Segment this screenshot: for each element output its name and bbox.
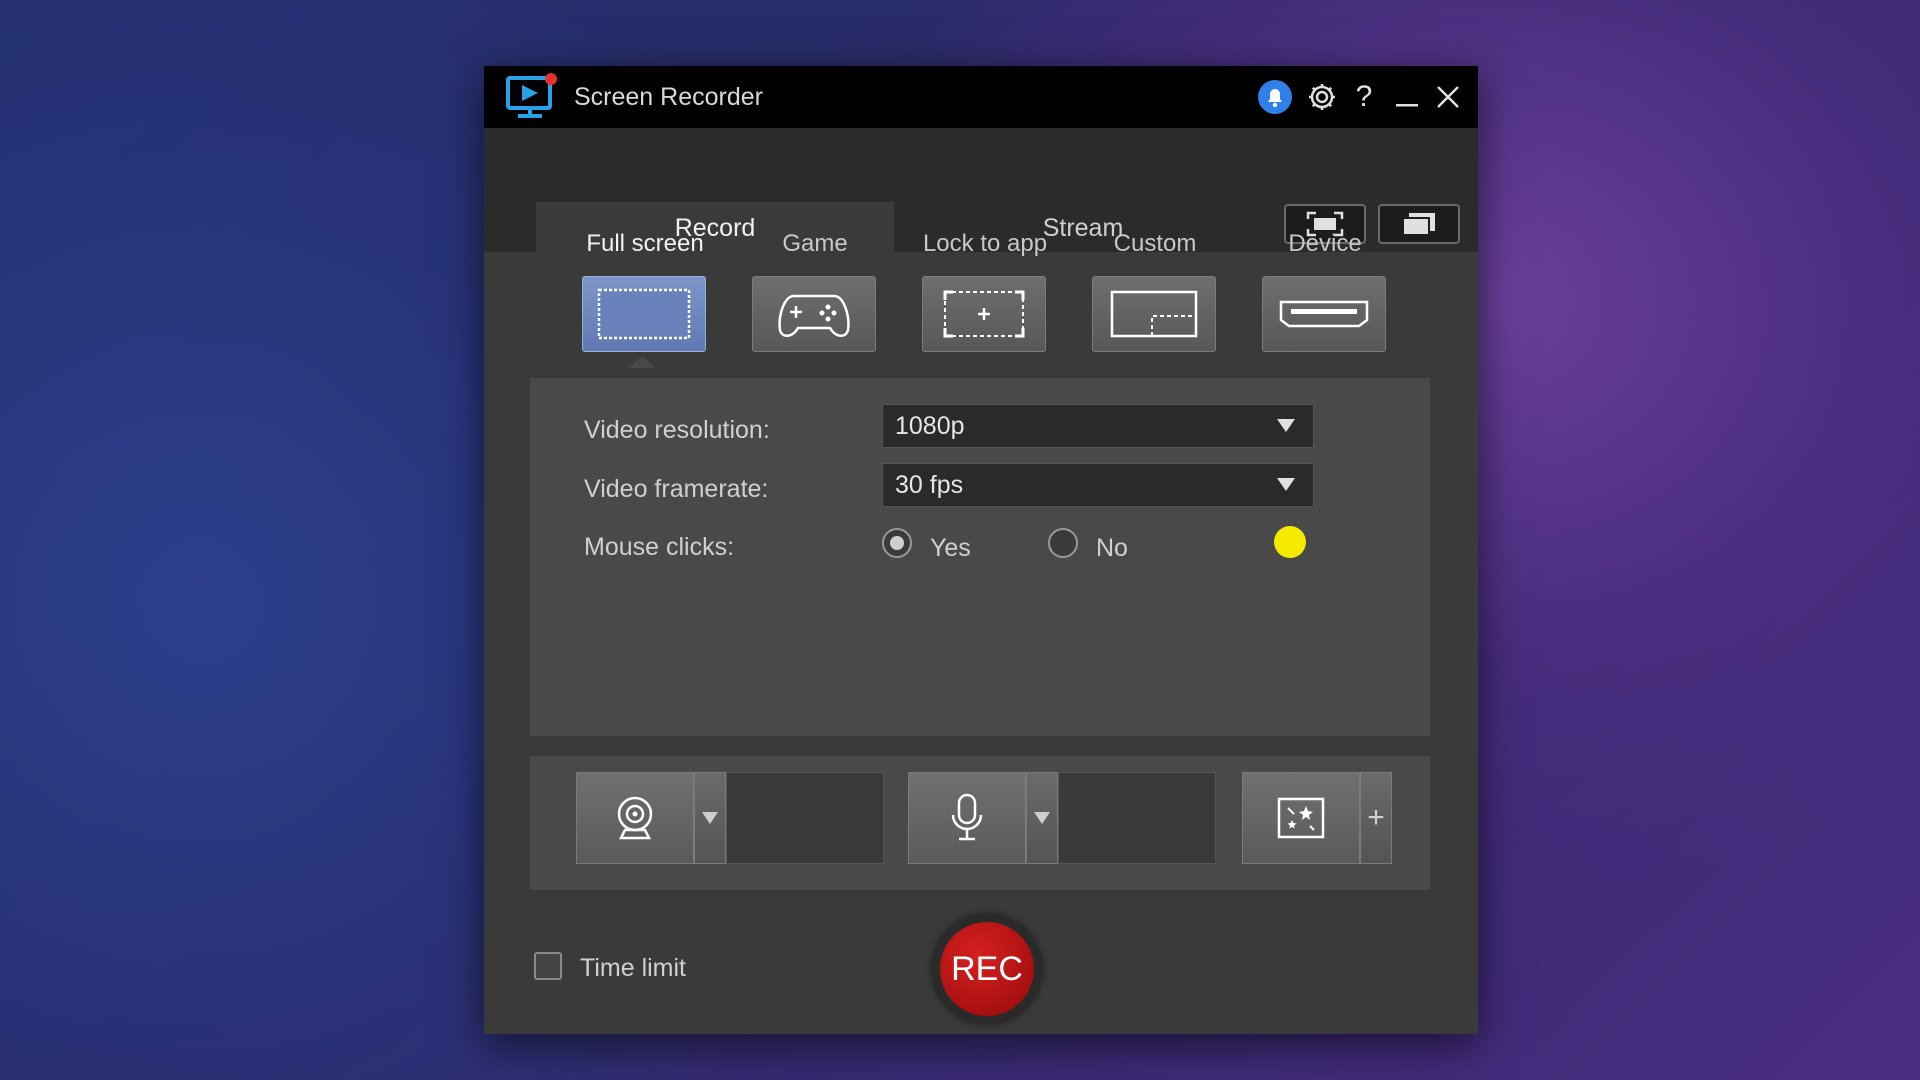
mode-lock-to-app-button[interactable] (922, 276, 1046, 352)
mouse-clicks-label: Mouse clicks: (584, 533, 735, 561)
mode-label-custom-abs: Custom (1113, 230, 1197, 257)
settings-gear-icon[interactable] (1304, 79, 1340, 115)
webcam-preview-slot (726, 772, 884, 864)
rec-button[interactable]: REC (940, 922, 1034, 1016)
mode-custom-button[interactable] (1092, 276, 1216, 352)
video-framerate-label: Video framerate: (584, 475, 769, 503)
video-framerate-dropdown[interactable]: 30 fps (882, 463, 1314, 507)
mode-label-device-abs: Device (1288, 230, 1362, 257)
microphone-icon (951, 793, 983, 841)
microphone-options-button[interactable] (1026, 772, 1058, 864)
windows-stack-icon (1402, 213, 1435, 236)
video-resolution-value: 1080p (895, 411, 965, 440)
mode-full-screen-button[interactable] (582, 276, 706, 352)
effects-button[interactable] (1242, 772, 1360, 864)
mode-label-game-abs: Game (782, 230, 848, 257)
microphone-button[interactable] (908, 772, 1026, 864)
mode-label-lock-to-app-abs: Lock to app (922, 230, 1048, 257)
device-icon (1279, 300, 1369, 328)
window-title: Screen Recorder (574, 83, 763, 111)
help-icon[interactable]: ? (1346, 79, 1382, 115)
webcam-button[interactable] (576, 772, 694, 864)
add-effect-button[interactable]: + (1360, 772, 1392, 864)
webcam-icon (617, 796, 653, 840)
custom-area-icon (1110, 290, 1198, 338)
mode-label-full-screen-abs: Full screen (586, 230, 704, 257)
input-devices-bar: + (530, 756, 1430, 890)
mode-game-button[interactable] (752, 276, 876, 352)
mouse-clicks-no-radio[interactable] (1048, 528, 1078, 558)
chevron-down-icon (1034, 812, 1050, 824)
title-bar: Screen Recorder ? (484, 66, 1478, 128)
mouse-clicks-yes-label: Yes (930, 534, 971, 562)
mouse-clicks-yes-radio[interactable] (882, 528, 912, 558)
app-logo-icon (506, 73, 557, 118)
mouse-clicks-no-label: No (1096, 534, 1128, 562)
chevron-down-icon (702, 812, 718, 824)
time-limit-label: Time limit (580, 954, 687, 982)
chevron-down-icon (1277, 419, 1295, 432)
settings-panel: Video resolution: 1080p Video framerate:… (530, 378, 1430, 736)
time-limit-checkbox[interactable] (534, 952, 562, 980)
lock-to-app-icon (943, 290, 1025, 338)
close-icon[interactable] (1430, 79, 1466, 115)
microphone-level-slot (1058, 772, 1216, 864)
notification-bell-icon[interactable] (1257, 79, 1293, 115)
fullscreen-icon (597, 288, 691, 340)
active-mode-pointer (628, 356, 656, 368)
video-resolution-dropdown[interactable]: 1080p (882, 404, 1314, 448)
gamepad-icon (778, 294, 850, 337)
click-color-swatch[interactable] (1274, 526, 1306, 558)
video-resolution-label: Video resolution: (584, 416, 770, 444)
mode-device-button[interactable] (1262, 276, 1386, 352)
video-framerate-value: 30 fps (895, 470, 964, 499)
webcam-options-button[interactable] (694, 772, 726, 864)
effects-icon (1277, 797, 1325, 839)
minimize-icon[interactable] (1389, 79, 1425, 115)
chevron-down-icon (1277, 478, 1295, 491)
